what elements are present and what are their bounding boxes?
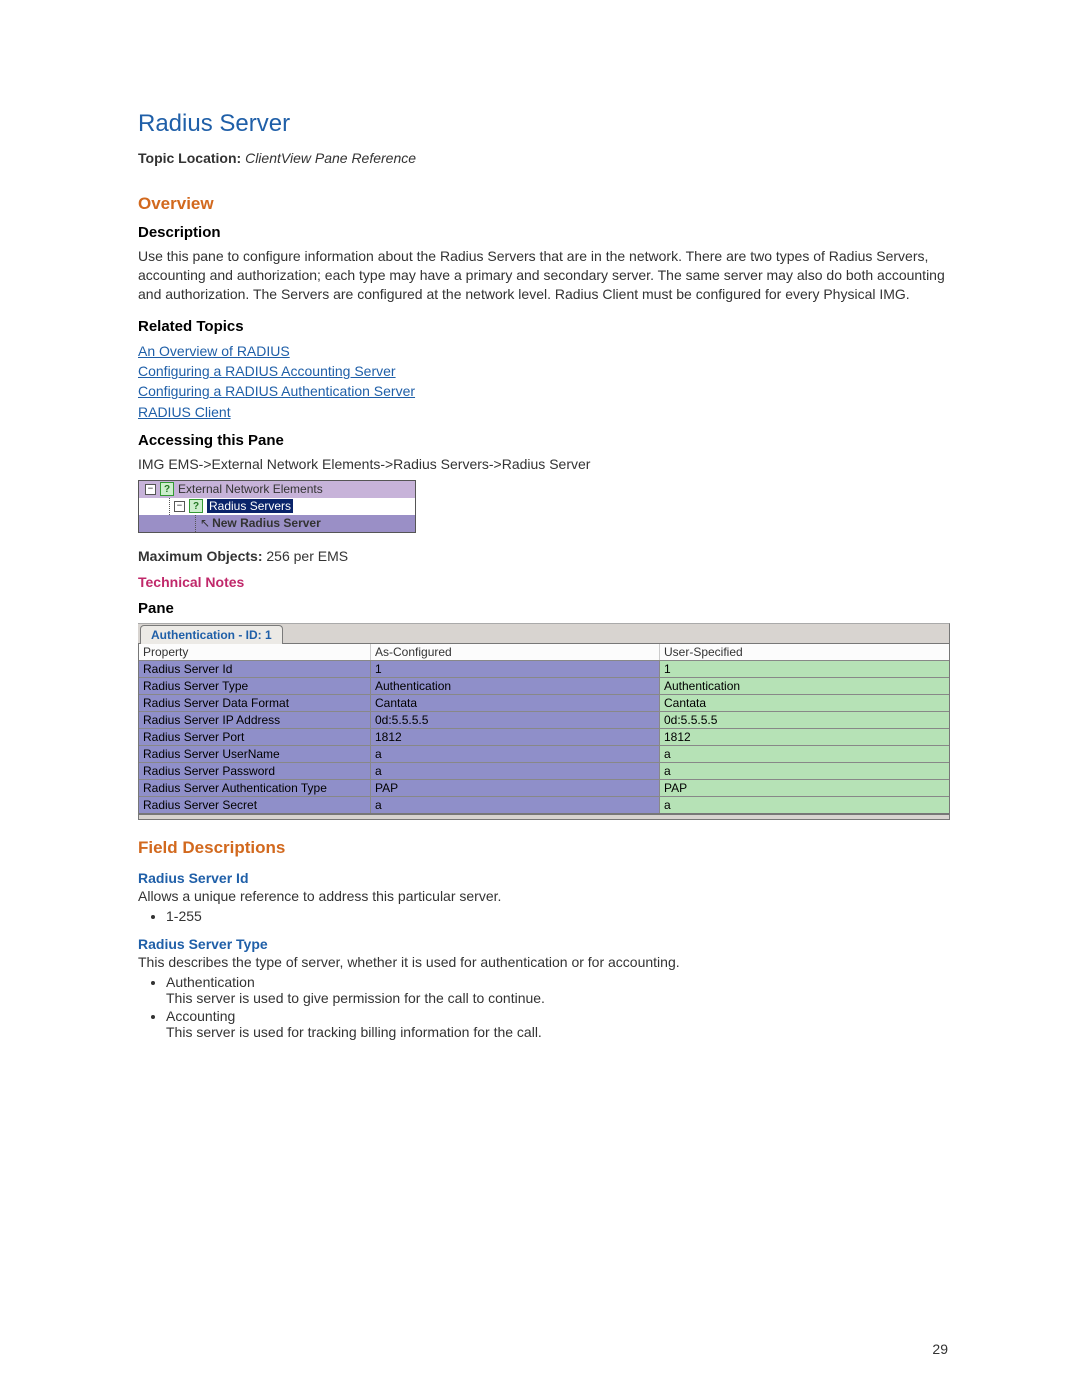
cell-user-specified[interactable]: Cantata xyxy=(660,694,949,711)
table-row: Radius Server TypeAuthenticationAuthenti… xyxy=(139,677,949,694)
cell-user-specified[interactable]: 1812 xyxy=(660,728,949,745)
field-type-bullets: Authentication This server is used to gi… xyxy=(166,974,950,1040)
tree-row-external-network[interactable]: − ? External Network Elements xyxy=(139,481,415,498)
col-header-property: Property xyxy=(139,644,371,660)
property-pane: Authentication - ID: 1 Property As-Confi… xyxy=(138,623,950,820)
tree-collapse-icon[interactable]: − xyxy=(174,501,185,512)
cell-as-configured: Authentication xyxy=(371,677,660,694)
cell-as-configured: 1 xyxy=(371,660,660,677)
tree-label: External Network Elements xyxy=(178,482,323,496)
cell-property: Radius Server IP Address xyxy=(139,711,371,728)
cell-user-specified[interactable]: 1 xyxy=(660,660,949,677)
cell-property: Radius Server Port xyxy=(139,728,371,745)
table-row: Radius Server Passwordaa xyxy=(139,762,949,779)
cell-user-specified[interactable]: Authentication xyxy=(660,677,949,694)
accessing-pane-heading: Accessing this Pane xyxy=(138,432,950,449)
cell-as-configured: a xyxy=(371,745,660,762)
cell-property: Radius Server Password xyxy=(139,762,371,779)
field-text: Allows a unique reference to address thi… xyxy=(138,888,950,904)
cell-user-specified[interactable]: a xyxy=(660,745,949,762)
cell-property: Radius Server UserName xyxy=(139,745,371,762)
link-radius-client[interactable]: RADIUS Client xyxy=(138,402,231,422)
tree-connector-icon xyxy=(169,498,170,515)
document-page: Radius Server Topic Location: ClientView… xyxy=(0,0,1080,1397)
property-header-row: Property As-Configured User-Specified xyxy=(139,644,949,660)
col-header-as-configured: As-Configured xyxy=(371,644,660,660)
tree-doc-icon: ? xyxy=(189,499,203,513)
nav-tree-panel: − ? External Network Elements − ? Radius… xyxy=(138,480,416,533)
tree-row-new-radius-server[interactable]: ↖ New Radius Server xyxy=(139,515,415,532)
cell-as-configured: Cantata xyxy=(371,694,660,711)
cell-as-configured: PAP xyxy=(371,779,660,796)
page-title: Radius Server xyxy=(138,110,950,138)
field-name-radius-type: Radius Server Type xyxy=(138,936,950,952)
bullet-label: Authentication xyxy=(166,974,255,990)
cell-user-specified[interactable]: a xyxy=(660,796,949,813)
cell-as-configured: 1812 xyxy=(371,728,660,745)
tree-doc-icon: ? xyxy=(160,482,174,496)
description-text: Use this pane to configure information a… xyxy=(138,247,950,304)
table-row: Radius Server IP Address0d:5.5.5.50d:5.5… xyxy=(139,711,949,728)
cell-as-configured: a xyxy=(371,762,660,779)
bullet-label: Accounting xyxy=(166,1008,235,1024)
description-heading: Description xyxy=(138,224,950,241)
related-topics-heading: Related Topics xyxy=(138,318,950,335)
topic-location: Topic Location: ClientView Pane Referenc… xyxy=(138,150,950,166)
pane-heading: Pane xyxy=(138,600,950,617)
tab-authentication[interactable]: Authentication - ID: 1 xyxy=(140,625,283,644)
table-row: Radius Server Port18121812 xyxy=(139,728,949,745)
cursor-icon: ↖ xyxy=(200,516,210,530)
field-name-radius-id: Radius Server Id xyxy=(138,870,950,886)
property-pane-footer xyxy=(138,814,950,820)
col-header-user-specified: User-Specified xyxy=(660,644,949,660)
property-table: Property As-Configured User-Specified Ra… xyxy=(138,643,950,814)
cell-property: Radius Server Type xyxy=(139,677,371,694)
list-item: Authentication This server is used to gi… xyxy=(166,974,950,1006)
table-row: Radius Server Id11 xyxy=(139,660,949,677)
table-row: Radius Server Authentication TypePAPPAP xyxy=(139,779,949,796)
property-tab-bar: Authentication - ID: 1 xyxy=(138,623,950,643)
page-number: 29 xyxy=(932,1341,948,1357)
related-links-block: An Overview of RADIUS Configuring a RADI… xyxy=(138,341,950,422)
topic-location-value: ClientView Pane Reference xyxy=(245,150,416,166)
max-objects-value: 256 per EMS xyxy=(266,548,348,564)
cell-property: Radius Server Secret xyxy=(139,796,371,813)
link-overview-radius[interactable]: An Overview of RADIUS xyxy=(138,341,290,361)
field-text: This describes the type of server, wheth… xyxy=(138,954,950,970)
cell-user-specified[interactable]: 0d:5.5.5.5 xyxy=(660,711,949,728)
cell-as-configured: 0d:5.5.5.5 xyxy=(371,711,660,728)
table-row: Radius Server Secretaa xyxy=(139,796,949,813)
field-descriptions-heading: Field Descriptions xyxy=(138,838,950,858)
bullet-desc: This server is used to give permission f… xyxy=(166,990,950,1006)
technical-notes-label: Technical Notes xyxy=(138,574,950,590)
tree-connector-icon xyxy=(195,515,196,532)
tree-label: New Radius Server xyxy=(212,516,321,530)
list-item: 1-255 xyxy=(166,908,950,924)
tree-label-selected: Radius Servers xyxy=(207,499,293,513)
bullet-desc: This server is used for tracking billing… xyxy=(166,1024,950,1040)
link-config-accounting[interactable]: Configuring a RADIUS Accounting Server xyxy=(138,361,396,381)
topic-location-label: Topic Location: xyxy=(138,150,241,166)
cell-user-specified[interactable]: PAP xyxy=(660,779,949,796)
link-config-authentication[interactable]: Configuring a RADIUS Authentication Serv… xyxy=(138,381,415,401)
field-id-bullets: 1-255 xyxy=(166,908,950,924)
table-row: Radius Server UserNameaa xyxy=(139,745,949,762)
tree-row-radius-servers[interactable]: − ? Radius Servers xyxy=(139,498,415,515)
cell-property: Radius Server Id xyxy=(139,660,371,677)
cell-user-specified[interactable]: a xyxy=(660,762,949,779)
access-path: IMG EMS->External Network Elements->Radi… xyxy=(138,455,950,474)
max-objects-label: Maximum Objects: xyxy=(138,548,262,564)
cell-as-configured: a xyxy=(371,796,660,813)
cell-property: Radius Server Data Format xyxy=(139,694,371,711)
list-item: Accounting This server is used for track… xyxy=(166,1008,950,1040)
table-row: Radius Server Data FormatCantataCantata xyxy=(139,694,949,711)
tree-collapse-icon[interactable]: − xyxy=(145,484,156,495)
overview-heading: Overview xyxy=(138,194,950,214)
cell-property: Radius Server Authentication Type xyxy=(139,779,371,796)
